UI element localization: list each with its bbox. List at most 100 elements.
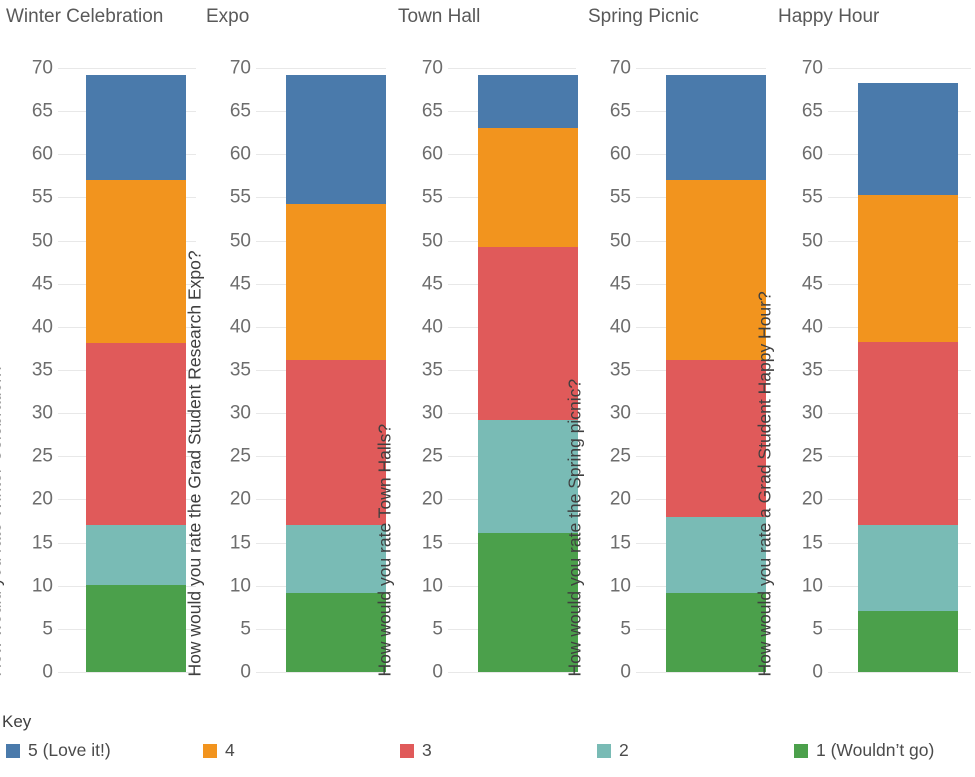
y-axis-ticks-4: 0 5 10 15 20 25 30 35 40 45 50 55 60 65 70 (792, 34, 826, 712)
y-tick-label: 15 (801, 532, 823, 554)
bar-segment[interactable] (478, 247, 578, 421)
legend-item-0[interactable]: 5 (Love it!) (6, 740, 111, 760)
bar-segment[interactable] (478, 533, 578, 672)
y-tick-label: 60 (31, 143, 53, 165)
bar-segment[interactable] (858, 194, 958, 343)
bar-segment[interactable] (86, 180, 186, 344)
panel-1: How would you rate the Grad Student Rese… (185, 34, 390, 712)
y-axis-ticks-2: 0 5 10 15 20 25 30 35 40 45 50 55 60 65 70 (412, 34, 446, 712)
legend-title: Key (2, 712, 32, 731)
bar-segment[interactable] (666, 592, 766, 672)
stacked-bar[interactable] (666, 74, 766, 672)
y-tick-label: 10 (421, 575, 443, 597)
y-axis-ticks-3: 0 5 10 15 20 25 30 35 40 45 50 55 60 65 70 (600, 34, 634, 712)
chart-legend: Key 5 (Love it!) 4 3 2 1 (Wouldn’t go) (0, 712, 975, 777)
legend-label: 4 (225, 740, 235, 760)
y-tick-label: 35 (609, 359, 631, 381)
bar-segment[interactable] (858, 82, 958, 195)
y-tick-label: 55 (609, 186, 631, 208)
y-tick-label: 35 (801, 359, 823, 381)
y-tick-label: 0 (240, 661, 251, 683)
y-tick-label: 65 (801, 100, 823, 122)
bar-area-1 (286, 34, 386, 712)
y-tick-label: 25 (609, 445, 631, 467)
panel-2: How would you rate Town Halls? 0 5 10 15 20 25… (375, 34, 580, 712)
bar-segment[interactable] (86, 584, 186, 672)
bar-segment[interactable] (478, 128, 578, 248)
legend-label: 3 (422, 740, 432, 760)
y-tick-label: 45 (229, 273, 251, 295)
y-tick-label: 60 (801, 143, 823, 165)
legend-item-3[interactable]: 2 (597, 740, 629, 760)
y-tick-label: 30 (229, 402, 251, 424)
y-axis-ticks-0: 0 5 10 15 20 25 30 35 40 45 50 55 60 65 70 (22, 34, 56, 712)
bar-segment[interactable] (666, 180, 766, 361)
y-tick-label: 30 (421, 402, 443, 424)
bar-segment[interactable] (858, 342, 958, 526)
legend-item-2[interactable]: 3 (400, 740, 432, 760)
stacked-bar-chart: Winter Celebration Expo Town Hall Spring Pi… (0, 0, 975, 777)
y-tick-label: 25 (31, 445, 53, 467)
legend-item-4[interactable]: 1 (Wouldn’t go) (794, 740, 935, 760)
stacked-bar[interactable] (858, 82, 958, 672)
y-axis-ticks-1: 0 5 10 15 20 25 30 35 40 45 50 55 60 65 70 (220, 34, 254, 712)
legend-item-1[interactable]: 4 (203, 740, 235, 760)
bar-segment[interactable] (478, 420, 578, 534)
y-tick-label: 0 (432, 661, 443, 683)
y-tick-label: 70 (229, 57, 251, 79)
bar-area-2 (478, 34, 578, 712)
y-tick-label: 70 (421, 57, 443, 79)
legend-swatch-icon (400, 743, 414, 758)
stacked-bar[interactable] (86, 74, 186, 672)
bar-segment[interactable] (478, 74, 578, 129)
bar-segment[interactable] (86, 525, 186, 585)
bar-segment[interactable] (286, 592, 386, 672)
panel-titles-row: Winter Celebration Expo Town Hall Spring Pi… (0, 0, 975, 34)
y-tick-label: 20 (229, 488, 251, 510)
legend-label: 5 (Love it!) (28, 740, 111, 760)
bar-segment[interactable] (286, 360, 386, 526)
y-tick-label: 45 (31, 273, 53, 295)
y-tick-label: 40 (229, 316, 251, 338)
panel-4: How would you rate a Grad Student Happy … (755, 34, 975, 712)
panel-title-2: Town Hall (398, 6, 481, 27)
bar-segment[interactable] (286, 525, 386, 593)
y-tick-label: 5 (240, 618, 251, 640)
bar-segment[interactable] (286, 74, 386, 205)
legend-label: 1 (Wouldn’t go) (816, 740, 935, 760)
bar-segment[interactable] (666, 360, 766, 517)
y-tick-label: 15 (609, 532, 631, 554)
y-tick-label: 10 (229, 575, 251, 597)
bar-segment[interactable] (286, 204, 386, 361)
panel-title-4: Happy Hour (778, 6, 880, 27)
y-tick-label: 40 (421, 316, 443, 338)
y-tick-label: 30 (609, 402, 631, 424)
y-tick-label: 20 (801, 488, 823, 510)
y-tick-label: 35 (421, 359, 443, 381)
y-tick-label: 70 (609, 57, 631, 79)
legend-label: 2 (619, 740, 629, 760)
y-tick-label: 45 (801, 273, 823, 295)
axis-title-4: How would you rate a Grad Student Happy … (754, 290, 775, 676)
stacked-bar[interactable] (286, 74, 386, 672)
panel-0: How would you rate Winter Celebration? 0 5… (0, 34, 200, 712)
bar-segment[interactable] (86, 343, 186, 526)
y-tick-label: 65 (421, 100, 443, 122)
y-tick-label: 50 (421, 230, 443, 252)
y-tick-label: 70 (31, 57, 53, 79)
bar-segment[interactable] (86, 74, 186, 181)
stacked-bar[interactable] (478, 74, 578, 672)
legend-swatch-icon (6, 743, 20, 758)
y-tick-label: 65 (609, 100, 631, 122)
y-tick-label: 55 (31, 186, 53, 208)
y-tick-label: 25 (229, 445, 251, 467)
bar-segment[interactable] (858, 525, 958, 611)
bar-area-3 (666, 34, 766, 712)
y-tick-label: 35 (31, 359, 53, 381)
y-tick-label: 15 (31, 532, 53, 554)
y-tick-label: 0 (812, 661, 823, 683)
y-tick-label: 60 (229, 143, 251, 165)
bar-segment[interactable] (666, 516, 766, 593)
bar-segment[interactable] (666, 74, 766, 181)
bar-segment[interactable] (858, 610, 958, 672)
